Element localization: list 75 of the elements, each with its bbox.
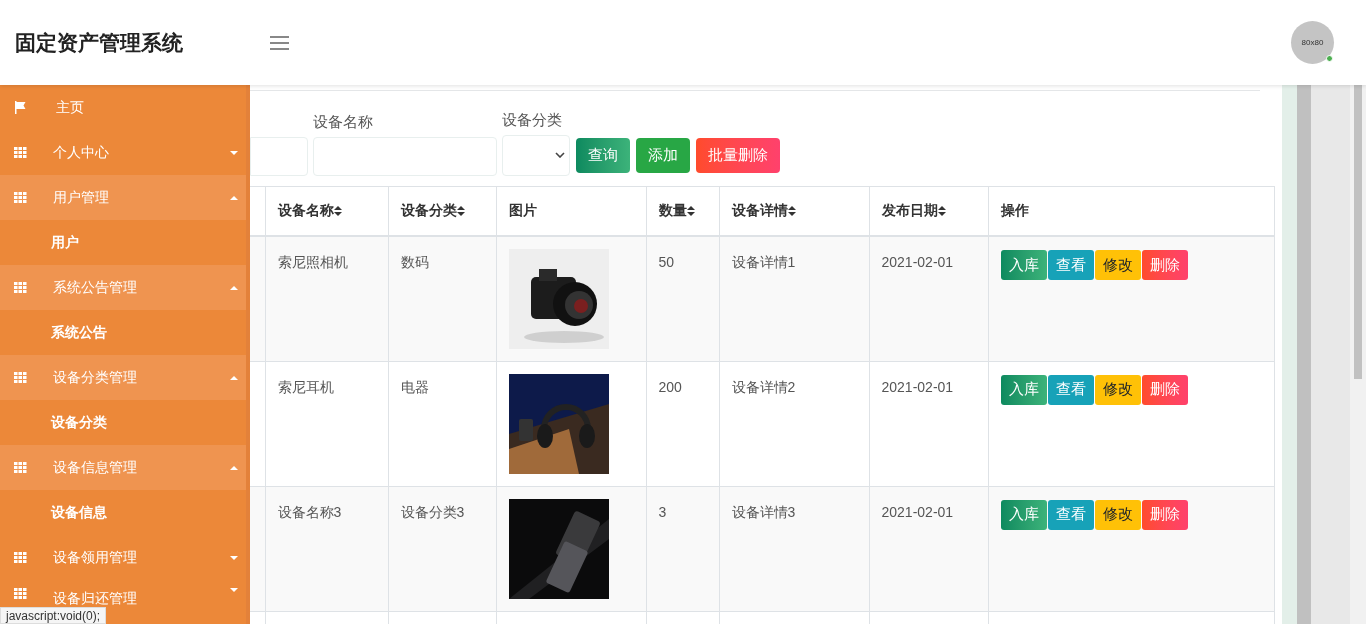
- caret-down-icon: [230, 588, 238, 592]
- caret-up-icon: [230, 195, 238, 200]
- grid-icon: [14, 588, 27, 599]
- column-header[interactable]: 设备详情: [719, 186, 869, 236]
- batch-delete-button[interactable]: 批量删除: [696, 137, 780, 173]
- table-cell: 2021-02-01: [869, 486, 988, 611]
- input-field[interactable]: [250, 136, 308, 176]
- caret-down-icon: [230, 555, 238, 560]
- edit-button[interactable]: 修改: [1094, 499, 1141, 530]
- table-cell: 200: [646, 361, 719, 486]
- table-cell: 2021-02-01: [869, 361, 988, 486]
- view-button[interactable]: 查看: [1047, 250, 1094, 280]
- stock-in-button[interactable]: 入库: [1000, 374, 1047, 405]
- avatar[interactable]: 80x80: [1291, 21, 1334, 64]
- grid-icon: [14, 282, 27, 293]
- stock-in-button[interactable]: 入库: [1000, 250, 1047, 280]
- column-header[interactable]: 设备名称: [265, 186, 388, 236]
- edit-button[interactable]: 修改: [1094, 374, 1141, 405]
- chevron-down-icon: [555, 152, 565, 158]
- table-cell: 数码: [388, 236, 496, 361]
- sort-icon: [937, 205, 946, 216]
- menu-icon[interactable]: [270, 35, 289, 50]
- edit-button[interactable]: 修改: [1094, 250, 1141, 280]
- view-button[interactable]: 查看: [1047, 499, 1094, 530]
- field-label: 设备名称: [313, 112, 374, 132]
- delete-button[interactable]: 删除: [1141, 374, 1188, 405]
- table-cell: 索尼照相机: [265, 236, 388, 361]
- table-cell: 3: [646, 486, 719, 611]
- table-cell: 索尼耳机: [265, 361, 388, 486]
- sidebar-subitem[interactable]: 用户: [0, 220, 246, 265]
- caret-down-icon: [230, 150, 238, 155]
- caret-up-icon: [230, 375, 238, 380]
- caret-up-icon: [230, 285, 238, 290]
- sidebar-item[interactable]: 设备信息管理: [0, 445, 246, 490]
- column-header: 操作: [988, 186, 1275, 236]
- sort-icon: [686, 205, 695, 216]
- sidebar-item[interactable]: 系统公告管理: [0, 265, 246, 310]
- table-cell: 设备分类3: [388, 486, 496, 611]
- search-button[interactable]: 查询: [576, 137, 630, 173]
- grid-icon: [14, 192, 27, 203]
- caret-up-icon: [230, 465, 238, 470]
- sidebar-subitem[interactable]: 系统公告: [0, 310, 246, 355]
- column-header[interactable]: 发布日期: [869, 186, 988, 236]
- grid-icon: [14, 372, 27, 383]
- status-tooltip: javascript:void(0);: [0, 607, 107, 624]
- flag-icon: [14, 101, 27, 114]
- table-cell: 50: [646, 236, 719, 361]
- grid-icon: [14, 147, 27, 158]
- select-field[interactable]: [502, 134, 570, 176]
- column-header[interactable]: 数量: [646, 186, 719, 236]
- table-cell: 设备详情2: [719, 361, 869, 486]
- grid-icon: [14, 462, 27, 473]
- table-cell: 电器: [388, 361, 496, 486]
- scrollbar[interactable]: [1350, 85, 1366, 624]
- table-cell: 2021-02-01: [869, 236, 988, 361]
- delete-button[interactable]: 删除: [1141, 250, 1188, 280]
- table-cell: 设备详情1: [719, 236, 869, 361]
- column-header[interactable]: 设备分类: [388, 186, 496, 236]
- sidebar-subitem[interactable]: 设备分类: [0, 400, 246, 445]
- stock-in-button[interactable]: 入库: [1000, 499, 1047, 530]
- table-cell: 设备名称3: [265, 486, 388, 611]
- app-title: 固定资产管理系统: [15, 29, 184, 56]
- add-button[interactable]: 添加: [636, 137, 690, 173]
- column-header: 图片: [496, 186, 646, 236]
- sort-icon: [456, 205, 465, 216]
- grid-icon: [14, 552, 27, 563]
- sidebar-item[interactable]: 用户管理: [0, 175, 246, 220]
- table-cell: 设备详情3: [719, 486, 869, 611]
- field-label: 设备分类: [502, 110, 563, 130]
- sidebar-subitem[interactable]: 设备信息: [0, 490, 246, 535]
- sort-icon: [787, 205, 796, 216]
- sort-icon: [333, 205, 342, 216]
- delete-button[interactable]: 删除: [1141, 499, 1188, 530]
- view-button[interactable]: 查看: [1047, 374, 1094, 405]
- sidebar-item[interactable]: 设备分类管理: [0, 355, 246, 400]
